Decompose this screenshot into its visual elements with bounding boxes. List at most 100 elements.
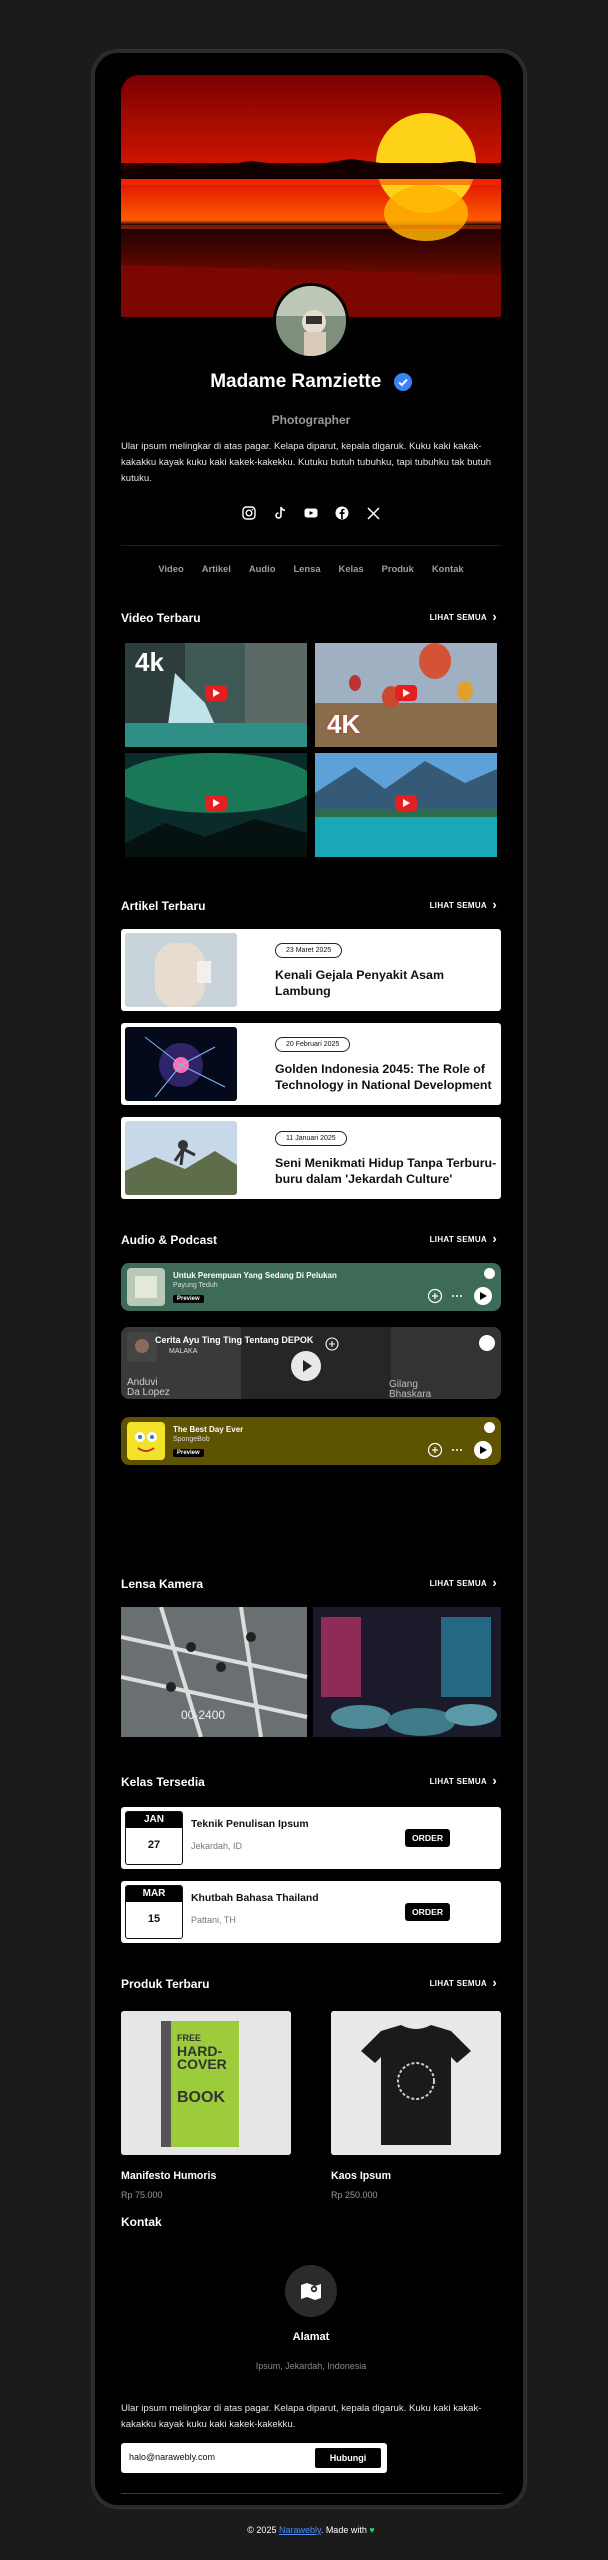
lensa-section-title: Lensa Kamera (121, 1577, 204, 1591)
svg-text:00-2400: 00-2400 (181, 1708, 225, 1722)
photo-gallery: 00-2400 (120, 1606, 501, 1738)
kelas-section-header: Kelas Tersedia LIHAT SEMUA (121, 1773, 501, 1791)
track-artist: MALAKA (169, 1348, 198, 1355)
produk-section-header: Produk Terbaru LIHAT SEMUA (121, 1975, 501, 1993)
class-day: 15 (147, 1913, 161, 1925)
product-name: Kaos Ipsum (331, 2170, 392, 2182)
profile-role: Photographer (271, 413, 351, 427)
spotify-icon[interactable] (479, 1335, 495, 1351)
product-image: FREE HARD- COVER BOOK (121, 2011, 291, 2155)
product-name: Manifesto Humoris (121, 2170, 217, 2182)
spotify-icon[interactable] (484, 1422, 495, 1433)
video-section-header: Video Terbaru LIHAT SEMUA (121, 609, 501, 627)
lensa-section-header: Lensa Kamera LIHAT SEMUA (121, 1575, 501, 1593)
cover-image (121, 75, 501, 317)
class-card[interactable]: JAN 27 Teknik Penulisan Ipsum Jekardah, … (121, 1807, 501, 1869)
footer-link[interactable]: Narawebly (279, 2525, 321, 2535)
audio-section-header: Audio & Podcast LIHAT SEMUA (121, 1231, 501, 1249)
kontak-section-title: Kontak (121, 2215, 162, 2229)
class-date: JAN 27 (125, 1811, 183, 1865)
class-location: Jekardah, ID (191, 1841, 243, 1851)
article-date: 20 Februari 2025 (275, 1037, 351, 1052)
nav-item-artikel[interactable]: Artikel (193, 563, 240, 574)
nav-item-video[interactable]: Video (149, 563, 192, 574)
youtube-icon[interactable] (303, 505, 319, 521)
profile-bio: Ular ipsum melingkar di atas pagar. Kela… (121, 441, 492, 484)
kelas-see-all-link[interactable]: LIHAT SEMUA (430, 1773, 498, 1788)
video-thumbnail[interactable]: 4k (125, 643, 307, 747)
svg-text:Da Lopez: Da Lopez (127, 1387, 170, 1398)
article-card[interactable]: 11 Januari 2025 Seni Menikmati Hidup Tan… (121, 1117, 501, 1199)
avatar (273, 283, 349, 359)
video-thumbnail[interactable]: 4K (315, 643, 497, 747)
book-cover-text: BOOK (177, 2089, 225, 2106)
youtube-play-icon[interactable] (205, 795, 227, 811)
article-see-all-link[interactable]: LIHAT SEMUA (430, 897, 498, 912)
phone-frame: Madame Ramziette Photographer Ular ipsum… (92, 50, 526, 2535)
lensa-see-all-link[interactable]: LIHAT SEMUA (430, 1575, 498, 1590)
svg-text:Bhaskara: Bhaskara (389, 1389, 432, 1399)
order-button[interactable]: ORDER (405, 1829, 451, 1847)
play-button-icon[interactable] (291, 1351, 321, 1381)
preview-badge: Preview (173, 1295, 204, 1303)
youtube-play-icon[interactable] (395, 795, 417, 811)
article-card[interactable]: 20 Februari 2025 Golden Indonesia 2045: … (121, 1023, 501, 1105)
article-title: Golden Indonesia 2045: The Role of Techn… (275, 1062, 492, 1092)
divider (121, 2493, 501, 2494)
spotify-icon[interactable] (484, 1268, 495, 1279)
address-label: Alamat (292, 2331, 330, 2343)
video-badge: 4K (327, 709, 361, 739)
profile-name: Madame Ramziette (210, 371, 382, 392)
track-artist: Payung Teduh (173, 1282, 218, 1289)
video-thumbnail[interactable] (315, 753, 497, 857)
product-image (331, 2011, 501, 2155)
class-title: Khutbah Bahasa Thailand (191, 1893, 319, 1904)
class-month: JAN (126, 1812, 182, 1828)
product-card[interactable]: FREE HARD- COVER BOOK Manifesto Humoris … (121, 2011, 291, 2200)
profile-name-row: Madame Ramziette (121, 371, 501, 393)
nav-item-kelas[interactable]: Kelas (330, 563, 373, 574)
nav-item-produk[interactable]: Produk (373, 563, 423, 574)
video-section-title: Video Terbaru (121, 611, 201, 625)
video-thumbnail[interactable] (125, 753, 307, 857)
order-button[interactable]: ORDER (405, 1903, 451, 1921)
nav-item-audio[interactable]: Audio (240, 563, 285, 574)
instagram-icon[interactable] (241, 505, 257, 521)
youtube-play-icon[interactable] (395, 685, 417, 701)
audio-see-all-link[interactable]: LIHAT SEMUA (430, 1231, 498, 1246)
youtube-play-icon[interactable] (205, 685, 227, 701)
track-artist: SpongeBob (173, 1436, 210, 1443)
add-icon[interactable] (325, 1337, 339, 1351)
spotify-player[interactable]: The Best Day Ever SpongeBob Preview (121, 1417, 501, 1465)
article-title: Seni Menikmati Hidup Tanpa Terburu-buru … (275, 1156, 497, 1186)
track-title: Untuk Perempuan Yang Sedang Di Pelukan (173, 1271, 337, 1280)
spotify-player[interactable]: Untuk Perempuan Yang Sedang Di Pelukan P… (121, 1263, 501, 1311)
produk-section-title: Produk Terbaru (121, 1977, 210, 1991)
gallery-photo (313, 1607, 501, 1737)
kontak-section-header: Kontak (121, 2215, 501, 2231)
divider (121, 545, 501, 546)
article-card[interactable]: 23 Maret 2025 Kenali Gejala Penyakit Asa… (121, 929, 501, 1011)
article-thumbnail (125, 933, 237, 1007)
audio-section-title: Audio & Podcast (121, 1233, 218, 1247)
social-links (241, 505, 381, 525)
preview-badge: Preview (173, 1449, 204, 1457)
article-date: 11 Januari 2025 (275, 1131, 347, 1146)
tiktok-icon[interactable] (272, 505, 288, 521)
email-field[interactable]: halo@narawebly.com Hubungi (121, 2443, 387, 2473)
contact-button[interactable]: Hubungi (315, 2448, 381, 2468)
x-icon[interactable] (365, 505, 381, 521)
produk-see-all-link[interactable]: LIHAT SEMUA (430, 1975, 498, 1990)
article-section-title: Artikel Terbaru (121, 899, 206, 913)
section-nav: Video Artikel Audio Lensa Kelas Produk Kontak (121, 563, 501, 574)
album-art (127, 1422, 165, 1460)
nav-item-kontak[interactable]: Kontak (423, 563, 473, 574)
book-cover-text: COVER (177, 2056, 227, 2072)
class-card[interactable]: MAR 15 Khutbah Bahasa Thailand Pattani, … (121, 1881, 501, 1943)
facebook-icon[interactable] (334, 505, 350, 521)
nav-item-lensa[interactable]: Lensa (284, 563, 329, 574)
video-see-all-link[interactable]: LIHAT SEMUA (430, 609, 498, 624)
spotify-player[interactable]: Anduvi Da Lopez Gilang Bhaskara Cerita Ayu … (121, 1327, 501, 1399)
product-card[interactable]: Kaos Ipsum Rp 250.000 (331, 2011, 501, 2200)
page-content: Madame Ramziette Photographer Ular ipsum… (120, 75, 501, 2535)
